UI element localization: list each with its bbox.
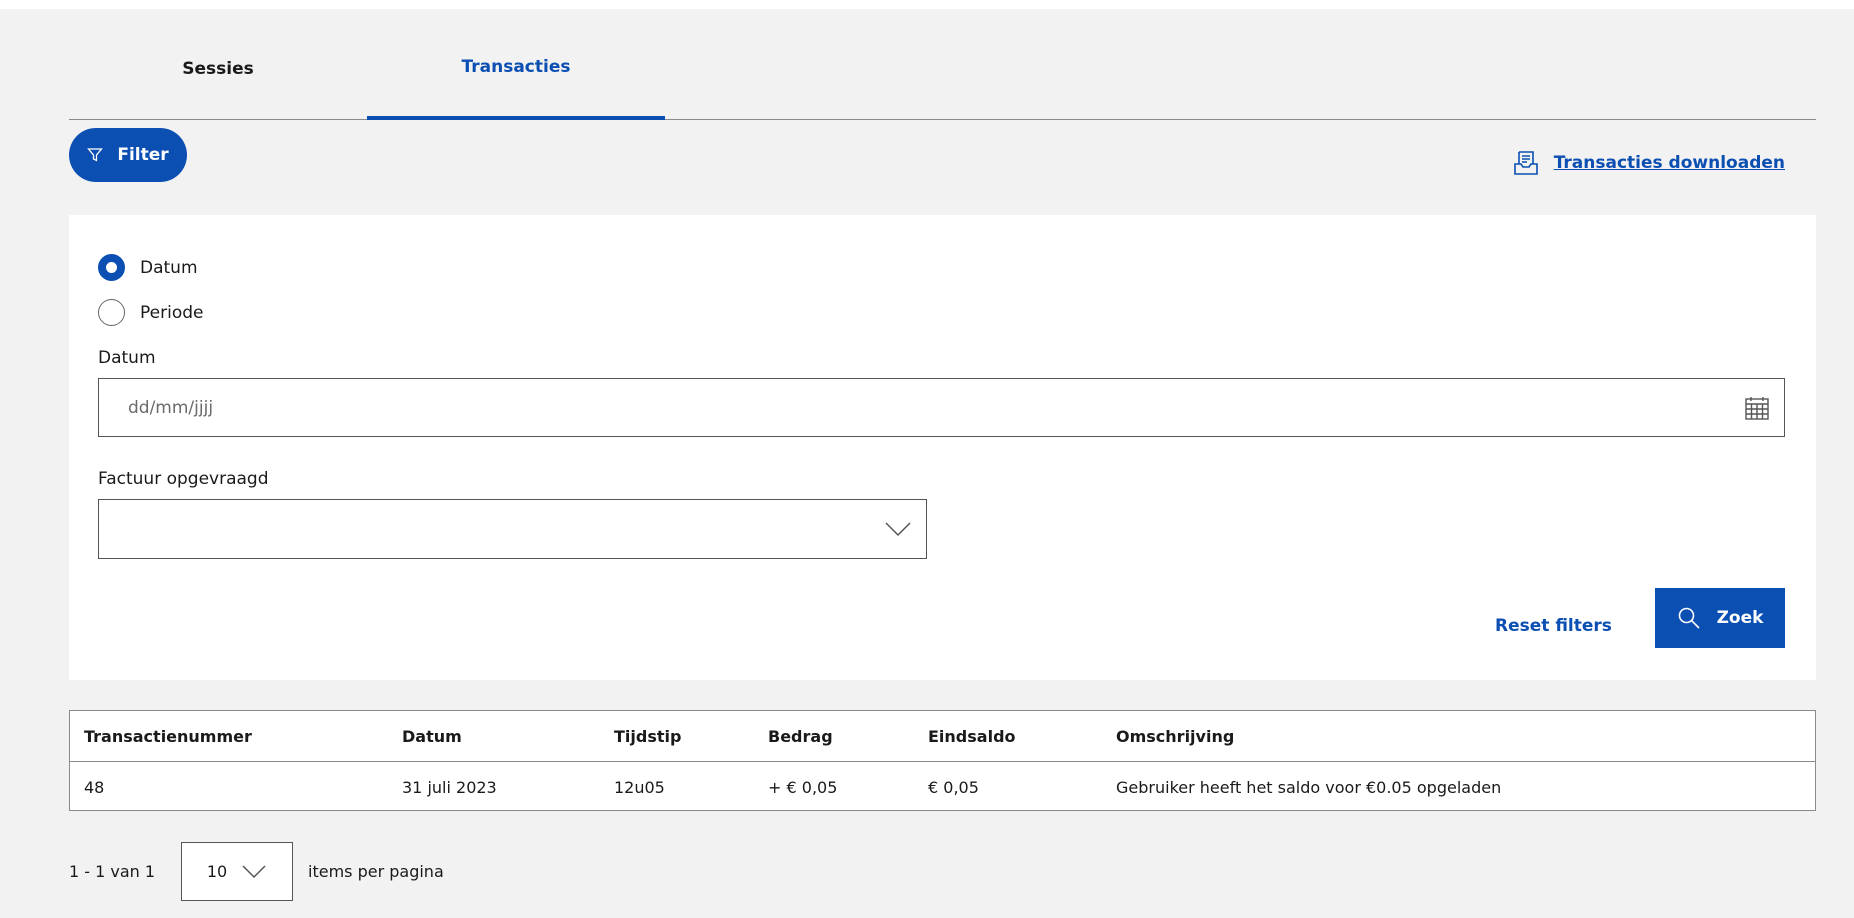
tab-label: Sessies	[182, 58, 254, 79]
filter-panel: Datum Periode Datum dd/mm/jjjj Factuur o…	[69, 215, 1816, 680]
filter-icon	[87, 148, 104, 162]
download-link-label: Transacties downloaden	[1553, 153, 1785, 173]
radio-button[interactable]	[98, 299, 125, 326]
pagination: 1 - 1 van 1 10 items per pagina	[69, 842, 444, 901]
transactions-table: Transactienummer Datum Tijdstip Bedrag E…	[69, 710, 1816, 811]
table-row: 48 31 juli 2023 12u05 + € 0,05 € 0,05 Ge…	[70, 762, 1815, 812]
document-download-icon	[1513, 151, 1538, 175]
reset-filters-button[interactable]: Reset filters	[1495, 616, 1612, 636]
filter-button[interactable]: Filter	[69, 128, 187, 182]
page: Sessies Transacties Filter Transacties d…	[0, 9, 1854, 918]
column-header-bedrag: Bedrag	[768, 726, 833, 746]
search-button[interactable]: Zoek	[1655, 588, 1785, 648]
date-input[interactable]: dd/mm/jjjj	[98, 378, 1785, 437]
column-header-datum: Datum	[402, 726, 462, 746]
column-header-tijdstip: Tijdstip	[614, 726, 682, 746]
invoice-field-label: Factuur opgevraagd	[98, 469, 269, 489]
chevron-down-icon	[885, 522, 911, 537]
column-header-transactienummer: Transactienummer	[84, 726, 252, 746]
cell-datum: 31 juli 2023	[402, 777, 497, 797]
page-size-select[interactable]: 10	[181, 842, 293, 901]
radio-label: Periode	[140, 302, 204, 323]
tab-sessies[interactable]: Sessies	[69, 18, 367, 119]
search-icon	[1678, 607, 1700, 629]
tab-bar: Sessies Transacties	[69, 18, 1816, 120]
radio-datum[interactable]: Datum	[98, 254, 198, 281]
cell-transactienummer: 48	[84, 777, 105, 797]
cell-bedrag: + € 0,05	[768, 777, 838, 797]
cell-tijdstip: 12u05	[614, 777, 665, 797]
column-header-eindsaldo: Eindsaldo	[928, 726, 1016, 746]
radio-label: Datum	[140, 257, 198, 278]
search-button-label: Zoek	[1716, 608, 1764, 628]
cell-omschrijving: Gebruiker heeft het saldo voor €0.05 opg…	[1116, 777, 1502, 797]
table-header: Transactienummer Datum Tijdstip Bedrag E…	[70, 711, 1815, 762]
chevron-down-icon	[242, 864, 266, 878]
radio-periode[interactable]: Periode	[98, 299, 203, 326]
column-header-omschrijving: Omschrijving	[1116, 726, 1235, 746]
radio-button-checked[interactable]	[98, 254, 125, 281]
pagination-range: 1 - 1 van 1	[69, 862, 156, 881]
cell-eindsaldo: € 0,05	[928, 777, 979, 797]
tab-transacties[interactable]: Transacties	[367, 18, 665, 120]
download-transactions-link[interactable]: Transacties downloaden	[1512, 149, 1785, 177]
items-per-page-label: items per pagina	[308, 862, 444, 881]
filter-button-label: Filter	[117, 145, 169, 165]
tab-label: Transacties	[461, 57, 571, 77]
date-field-label: Datum	[98, 348, 156, 368]
invoice-select[interactable]	[98, 499, 927, 559]
calendar-icon[interactable]	[1744, 395, 1770, 421]
page-size-value: 10	[206, 862, 228, 881]
date-placeholder: dd/mm/jjjj	[128, 397, 214, 418]
